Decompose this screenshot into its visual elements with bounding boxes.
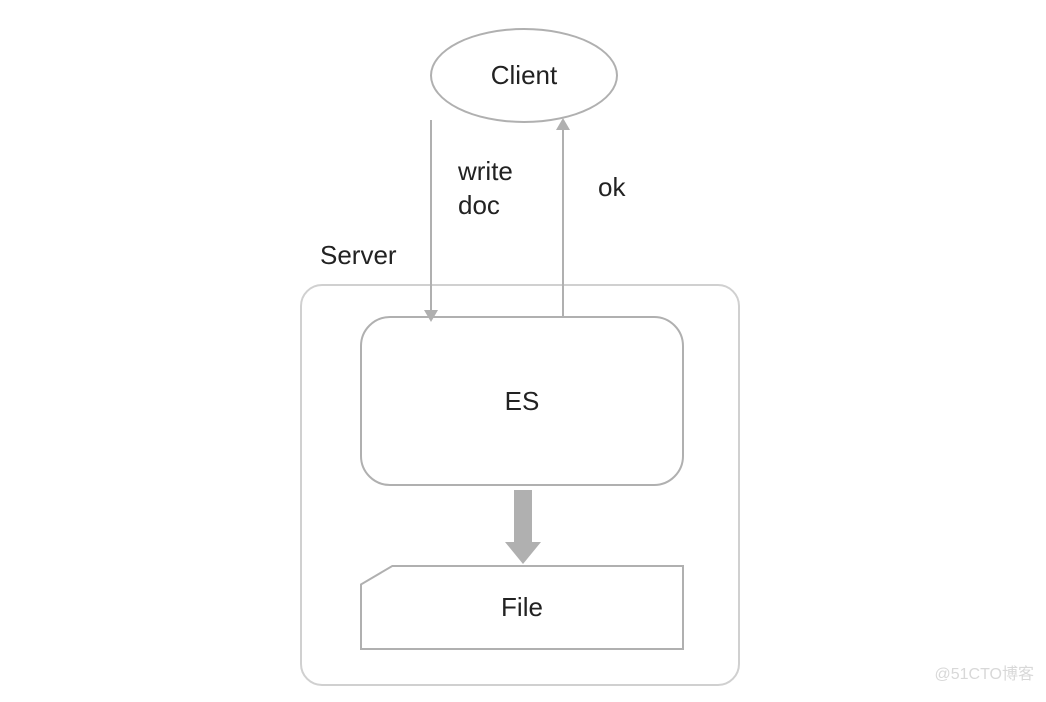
file-label: File (501, 592, 543, 623)
client-label: Client (491, 60, 557, 91)
arrow-ok-head-icon (556, 118, 570, 130)
write-text-line1: write (458, 156, 513, 186)
server-label: Server (320, 240, 397, 271)
arrow-write-line (430, 120, 432, 318)
arrow-write-head-icon (424, 310, 438, 322)
write-doc-label: write doc (458, 155, 513, 223)
arrow-ok-line (562, 128, 564, 318)
es-label: ES (505, 386, 540, 417)
arrow-es-file-line (514, 490, 532, 546)
file-node: File (360, 565, 684, 650)
ok-label: ok (598, 172, 625, 203)
es-node: ES (360, 316, 684, 486)
arrow-es-file-head-icon (505, 542, 541, 564)
write-text-line2: doc (458, 190, 500, 220)
file-corner-cut-icon (360, 565, 394, 585)
watermark-text: @51CTO博客 (934, 660, 1034, 684)
client-node: Client (430, 28, 618, 123)
